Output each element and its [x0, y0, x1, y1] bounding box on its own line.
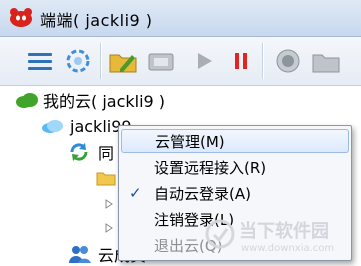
tree-node-root[interactable]: 我的云( jackli9 )	[14, 88, 165, 112]
tree-expander[interactable]	[104, 216, 114, 240]
folder-icon	[96, 172, 116, 186]
open-folder-button[interactable]	[107, 45, 139, 77]
watermark-text: 当下软件园	[239, 221, 329, 242]
folder-button[interactable]	[310, 45, 342, 77]
tree-node-sync[interactable]: 同	[68, 140, 114, 164]
menu-item-label: 自动云登录(A)	[154, 184, 251, 203]
folder-edit-icon	[109, 54, 137, 73]
record-icon	[276, 49, 300, 73]
window-title: 端端( jackli9 )	[40, 11, 153, 30]
menu-item-label: 云管理(M)	[155, 132, 225, 151]
watermark-url: www.downxia.com	[241, 243, 335, 254]
tree-node-folder[interactable]	[96, 166, 116, 190]
title-bar: 端端( jackli9 )	[0, 0, 361, 37]
toolbar	[0, 37, 361, 86]
sync-button[interactable]	[62, 45, 94, 77]
sync-icon	[66, 49, 90, 73]
tree-node-label: 同	[98, 144, 115, 163]
blue-cloud-icon	[42, 120, 63, 133]
sync-arrows-icon	[70, 143, 88, 161]
toolbar-separator	[262, 43, 264, 79]
menu-item-cloud-manage[interactable]: 云管理(M)	[121, 129, 349, 153]
green-cloud-icon	[16, 93, 38, 108]
watermark: 当下软件园 www.downxia.com	[205, 213, 355, 261]
menu-item-label: 设置远程接入(R)	[154, 158, 267, 177]
chevron-right-icon	[105, 223, 113, 233]
transfer-icon	[148, 53, 174, 71]
pause-button[interactable]	[225, 45, 257, 77]
chevron-right-icon	[105, 199, 113, 209]
start-button[interactable]	[188, 45, 220, 77]
pause-icon	[235, 53, 247, 69]
app-logo-icon	[10, 8, 32, 27]
menu-button[interactable]	[24, 45, 56, 77]
tree-expander[interactable]	[104, 192, 114, 216]
folder-icon	[312, 54, 340, 73]
record-button[interactable]	[272, 45, 304, 77]
transfer-button[interactable]	[145, 45, 177, 77]
play-icon	[198, 53, 212, 69]
tree-node-label: 我的云( jackli9 )	[43, 92, 166, 111]
toolbar-separator	[100, 43, 102, 79]
menu-item-remote-access[interactable]: 设置远程接入(R)	[121, 155, 349, 179]
hamburger-menu-icon	[28, 53, 52, 70]
users-icon	[69, 246, 91, 263]
menu-item-auto-login[interactable]: ✓ 自动云登录(A)	[121, 181, 349, 205]
watermark-logo-icon	[205, 219, 235, 249]
checkmark-icon: ✓	[129, 184, 142, 202]
